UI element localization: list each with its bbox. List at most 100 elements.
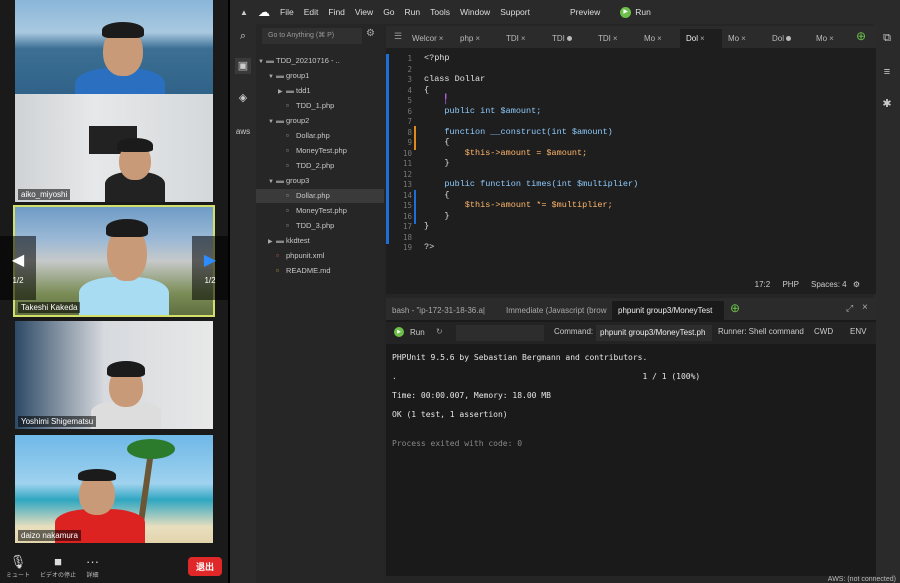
editor-tab[interactable]: TDI xyxy=(546,29,592,48)
tree-file[interactable]: ▫ Dollar.php xyxy=(256,129,384,143)
outline-icon[interactable]: ≡ xyxy=(879,64,895,80)
menu-file[interactable]: File xyxy=(280,7,294,17)
run-button[interactable]: ▶ Run xyxy=(620,6,651,18)
env-button[interactable]: ENV xyxy=(850,327,866,336)
runner-select[interactable]: Runner: Shell command xyxy=(718,327,804,336)
search-icon[interactable]: ⌕ xyxy=(235,28,251,44)
add-tab-icon[interactable]: ⊕ xyxy=(856,29,866,43)
gear-icon[interactable]: ⚙ xyxy=(853,280,860,289)
tree-file[interactable]: ▫ README.md xyxy=(256,264,384,278)
modified-marker xyxy=(414,126,416,150)
preview-button[interactable]: Preview xyxy=(570,7,600,17)
editor-tab[interactable]: TDI × xyxy=(592,29,638,48)
tree-root-folder[interactable]: ▼ ▬ TDD_20210716 - .. xyxy=(256,54,384,68)
tree-file[interactable]: ▫ TDD_2.php xyxy=(256,159,384,173)
tree-folder[interactable]: ▶ ▬ tdd1 xyxy=(256,84,384,98)
close-icon[interactable]: × xyxy=(862,302,868,313)
tree-folder[interactable]: ▶ ▬ kkdtest xyxy=(256,234,384,248)
terminal-tab[interactable]: bash - "ip-172-31-18-36.a| xyxy=(386,301,498,320)
collapse-arrow-icon[interactable]: ▲ xyxy=(230,8,258,17)
gear-icon[interactable]: ⚙ xyxy=(366,28,375,39)
tree-folder[interactable]: ▼ ▬ group2 xyxy=(256,114,384,128)
folder-icon: ▬ xyxy=(276,116,284,125)
stop-video-button[interactable]: ■ ビデオの停止 xyxy=(40,554,76,579)
terminal-tab-active[interactable]: phpunit group3/MoneyTest xyxy=(612,301,724,320)
code-line: ?> xyxy=(424,242,435,252)
environment-icon[interactable]: ▣ xyxy=(235,58,251,74)
mute-button[interactable]: 🎙 ミュート xyxy=(6,554,30,579)
editor-tab[interactable]: php × xyxy=(454,29,500,48)
code-line: { xyxy=(424,189,450,200)
tree-file[interactable]: ▫ TDD_1.php xyxy=(256,99,384,113)
tree-file-selected[interactable]: ▫ Dollar.php xyxy=(256,189,384,203)
video-tile[interactable]: aiko_miyoshi xyxy=(15,94,213,202)
code-line: <?php xyxy=(424,53,450,63)
more-button[interactable]: ··· 詳細 xyxy=(86,554,99,579)
menu-support[interactable]: Support xyxy=(500,7,530,17)
menu-edit[interactable]: Edit xyxy=(304,7,319,17)
editor-tab[interactable]: Dol xyxy=(766,29,810,48)
menu-go[interactable]: Go xyxy=(383,7,394,17)
folder-icon: ▬ xyxy=(276,176,284,185)
code-line: function __construct(int $amount) xyxy=(424,126,613,137)
video-tile-active-speaker[interactable]: Takeshi Kakeda xyxy=(13,205,215,317)
file-tree: Go to Anything (⌘ P) ⚙ ▼ ▬ TDD_20210716 - … xyxy=(256,24,384,583)
debugger-icon[interactable]: ✱ xyxy=(879,96,895,112)
go-to-anything-input[interactable]: Go to Anything (⌘ P) xyxy=(262,28,362,44)
editor-tab[interactable]: Welcor × xyxy=(406,29,454,48)
cloud-logo-icon[interactable]: ☁ xyxy=(258,5,280,19)
cwd-button[interactable]: CWD xyxy=(814,327,833,336)
tree-file[interactable]: ▫ phpunit.xml xyxy=(256,249,384,263)
editor-tab-bar: ☰ Welcor × php × TDI × TDI TDI × Mo × Dol × Mo… xyxy=(386,26,876,48)
editor-tab[interactable]: Mo × xyxy=(810,29,852,48)
collaborator-cursor-icon: ╿ xyxy=(443,94,449,104)
video-tile[interactable]: Yoshimi Shigematsu xyxy=(15,321,213,429)
tree-folder[interactable]: ▼ ▬ group3 xyxy=(256,174,384,188)
editor-tab[interactable]: TDI × xyxy=(500,29,546,48)
collaborate-icon[interactable]: ⧉ xyxy=(879,30,895,46)
next-page-button[interactable]: ▶ 1/2 xyxy=(192,236,228,300)
editor-tab[interactable]: Mo × xyxy=(638,29,680,48)
refresh-icon[interactable]: ↻ xyxy=(436,327,443,336)
cloud9-ide: ▲ ☁ File Edit Find View Go Run Tools Win… xyxy=(230,0,900,583)
menu-find[interactable]: Find xyxy=(328,7,345,17)
editor-tab[interactable]: Mo × xyxy=(722,29,766,48)
add-tab-icon[interactable]: ⊕ xyxy=(730,301,740,315)
source-control-icon[interactable]: ◈ xyxy=(235,90,251,106)
page-indicator: 1/2 xyxy=(204,275,216,285)
menu-tools[interactable]: Tools xyxy=(430,7,450,17)
run-input[interactable] xyxy=(456,325,544,341)
run-button[interactable]: ▶ Run xyxy=(394,327,425,337)
participant-name: Yoshimi Shigematsu xyxy=(18,416,97,427)
video-tile[interactable]: daizo nakamura xyxy=(15,435,213,543)
code-editor[interactable]: ☰ Welcor × php × TDI × TDI TDI × Mo × Dol × Mo… xyxy=(386,26,876,294)
right-sidebar: ⧉ ≡ ✱ xyxy=(874,24,900,583)
terminal-output-line: . 1 / 1 (100%) xyxy=(392,372,701,381)
video-tile[interactable]: kadoyakouki xyxy=(15,0,213,108)
ellipsis-icon: ··· xyxy=(86,553,100,569)
maximize-icon[interactable]: ⤢ xyxy=(846,303,853,314)
indentation-setting[interactable]: Spaces: 4 xyxy=(811,280,847,289)
previous-page-button[interactable]: ◀ 1/2 xyxy=(0,236,36,300)
command-input[interactable]: phpunit group3/MoneyTest.ph xyxy=(596,325,712,341)
xml-file-icon: ▫ xyxy=(276,251,279,260)
menu-window[interactable]: Window xyxy=(460,7,490,17)
terminal-output-line: Process exited with code: 0 xyxy=(392,439,523,448)
leave-button[interactable]: 退出 xyxy=(187,556,222,576)
menu-view[interactable]: View xyxy=(355,7,373,17)
tree-file[interactable]: ▫ MoneyTest.php xyxy=(256,204,384,218)
tree-file[interactable]: ▫ TDD_3.php xyxy=(256,219,384,233)
markdown-file-icon: ▫ xyxy=(276,266,279,275)
menu-icon[interactable]: ☰ xyxy=(394,31,402,42)
editor-tab-active[interactable]: Dol × xyxy=(680,29,722,48)
aws-icon[interactable]: aws xyxy=(235,124,251,140)
terminal-panel[interactable]: bash - "ip-172-31-18-36.a| Immediate (Ja… xyxy=(386,298,876,576)
language-mode[interactable]: PHP xyxy=(782,280,798,289)
menu-run[interactable]: Run xyxy=(405,7,421,17)
tree-folder[interactable]: ▼ ▬ group1 xyxy=(256,69,384,83)
code-line: public function times(int $multiplier) xyxy=(424,179,639,189)
file-icon: ▫ xyxy=(286,101,289,110)
terminal-tab[interactable]: Immediate (Javascript (brow xyxy=(500,301,610,320)
tree-file[interactable]: ▫ MoneyTest.php xyxy=(256,144,384,158)
cursor-position: 17:2 xyxy=(754,280,771,289)
